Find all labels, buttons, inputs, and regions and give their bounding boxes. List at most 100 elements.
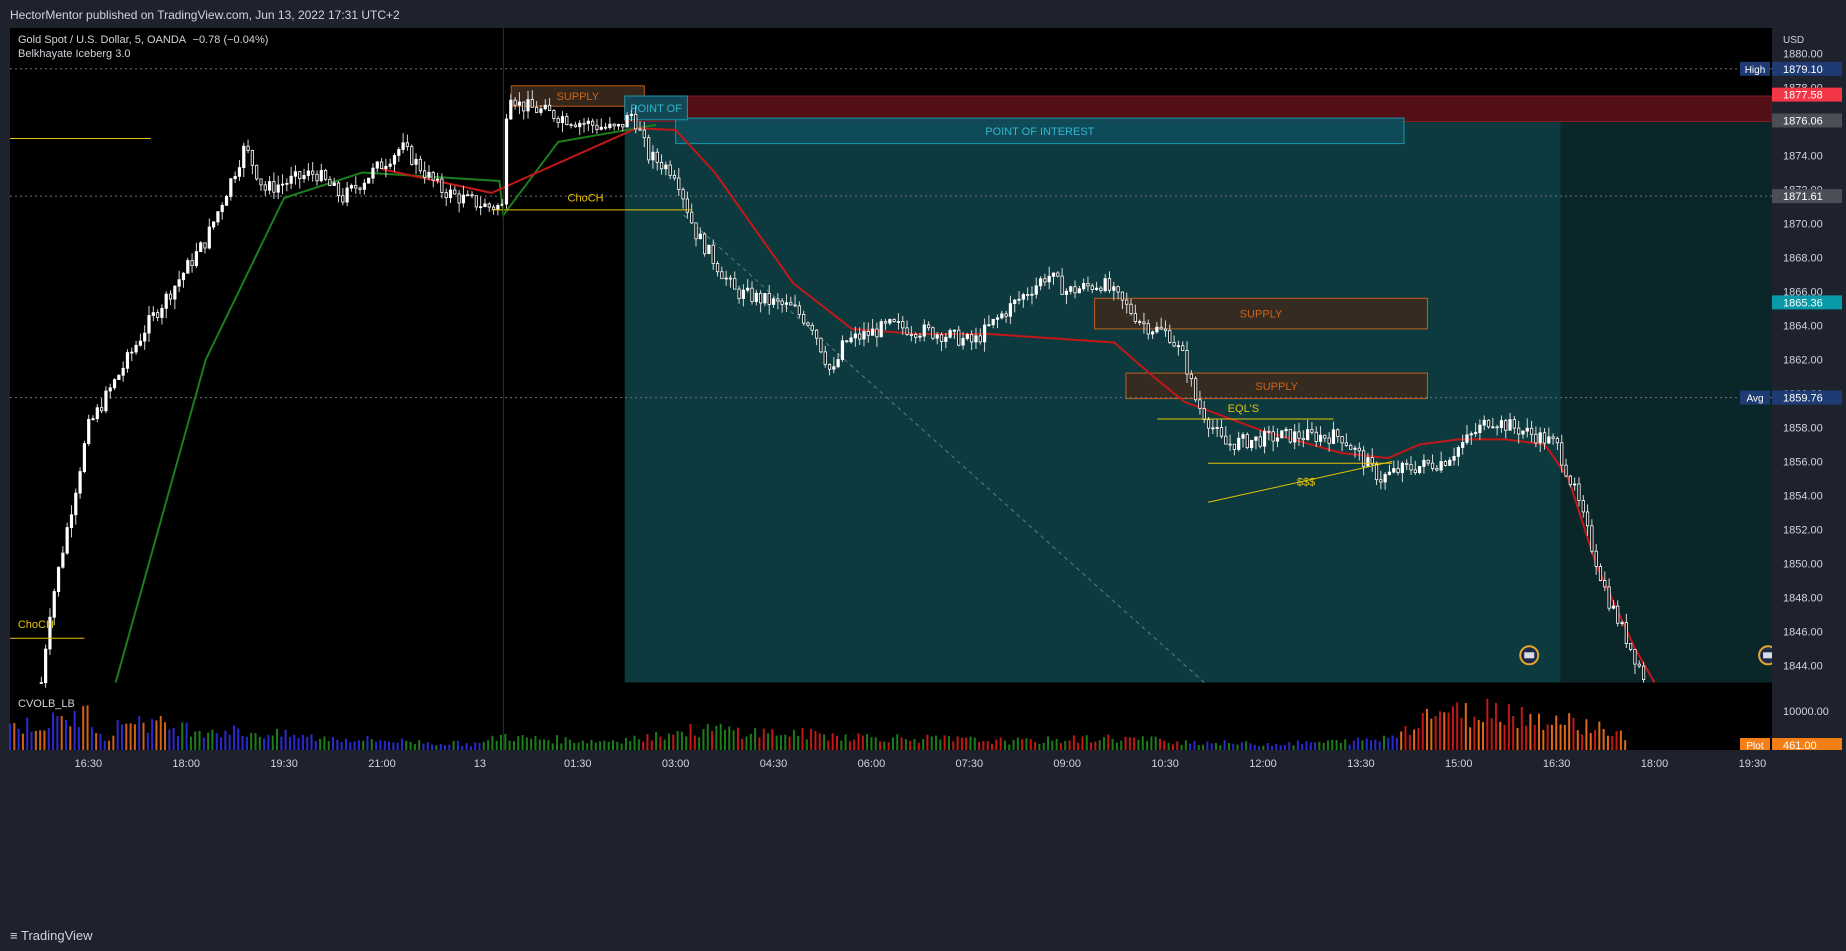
volume-bar[interactable] xyxy=(1120,740,1123,750)
candle[interactable] xyxy=(1000,313,1004,319)
candle[interactable] xyxy=(840,340,845,360)
candle[interactable] xyxy=(586,120,590,124)
volume-bar[interactable] xyxy=(340,742,343,750)
volume-bar[interactable] xyxy=(611,740,614,750)
volume-bar[interactable] xyxy=(960,737,963,750)
volume-bar[interactable] xyxy=(551,743,554,750)
volume-bar[interactable] xyxy=(995,739,998,750)
candle[interactable] xyxy=(655,151,659,163)
volume-bar[interactable] xyxy=(1128,737,1131,750)
volume-bar[interactable] xyxy=(1064,741,1067,750)
volume-bar[interactable] xyxy=(86,705,89,750)
candle[interactable] xyxy=(1125,299,1129,305)
volume-bar[interactable] xyxy=(603,740,606,750)
candle[interactable] xyxy=(302,175,306,180)
candle[interactable] xyxy=(1073,286,1077,294)
volume-bar[interactable] xyxy=(1171,744,1174,750)
volume-bar[interactable] xyxy=(1615,731,1618,750)
candle[interactable] xyxy=(707,244,711,255)
volume-bar[interactable] xyxy=(418,740,421,750)
candle[interactable] xyxy=(315,173,319,182)
volume-bar[interactable] xyxy=(642,741,645,750)
candle[interactable] xyxy=(638,128,642,131)
candle[interactable] xyxy=(1499,420,1504,428)
volume-bar[interactable] xyxy=(1193,740,1196,750)
candle[interactable] xyxy=(1478,424,1482,433)
candle[interactable] xyxy=(392,155,397,165)
candle[interactable] xyxy=(336,182,341,197)
candle[interactable] xyxy=(164,293,168,309)
volume-bar[interactable] xyxy=(754,728,757,750)
volume-bar[interactable] xyxy=(176,735,179,750)
volume-bar[interactable] xyxy=(379,740,382,750)
candle[interactable] xyxy=(1271,431,1275,442)
volume-bar[interactable] xyxy=(1391,735,1394,750)
candle[interactable] xyxy=(1383,474,1387,483)
candle[interactable] xyxy=(720,271,724,280)
volume-bar[interactable] xyxy=(1245,741,1248,750)
candle[interactable] xyxy=(487,203,491,208)
volume-bar[interactable] xyxy=(103,740,106,750)
volume-bar[interactable] xyxy=(538,739,541,750)
volume-bar[interactable] xyxy=(349,742,352,750)
volume-bar[interactable] xyxy=(784,734,787,750)
candle[interactable] xyxy=(1495,426,1499,429)
volume-bar[interactable] xyxy=(573,742,576,750)
volume-bar[interactable] xyxy=(1581,734,1584,750)
candle[interactable] xyxy=(1340,436,1344,444)
volume-bar[interactable] xyxy=(517,736,520,750)
candle[interactable] xyxy=(431,171,435,181)
volume-bar[interactable] xyxy=(237,728,240,750)
candle[interactable] xyxy=(1138,321,1142,323)
candle[interactable] xyxy=(1237,437,1241,450)
candle[interactable] xyxy=(961,338,965,346)
volume-bar[interactable] xyxy=(917,742,920,750)
volume-bar[interactable] xyxy=(77,727,80,750)
candle[interactable] xyxy=(1353,447,1357,450)
candle[interactable] xyxy=(651,151,655,161)
candle[interactable] xyxy=(237,167,242,177)
volume-bar[interactable] xyxy=(211,729,214,750)
volume-bar[interactable] xyxy=(1568,713,1571,750)
candle[interactable] xyxy=(926,324,931,329)
candle[interactable] xyxy=(448,189,453,199)
volume-bar[interactable] xyxy=(1249,743,1252,750)
candle[interactable] xyxy=(1038,278,1043,287)
volume-bar[interactable] xyxy=(732,730,735,750)
candle[interactable] xyxy=(875,328,879,338)
volume-bar[interactable] xyxy=(909,740,912,750)
volume-bar[interactable] xyxy=(181,722,184,750)
volume-bar[interactable] xyxy=(370,739,373,750)
volume-bar[interactable] xyxy=(1585,719,1588,750)
volume-bar[interactable] xyxy=(1365,738,1368,750)
candle[interactable] xyxy=(427,171,431,178)
symbol-legend[interactable]: Gold Spot / U.S. Dollar, 5, OANDA −0.78 … xyxy=(18,34,268,46)
candle[interactable] xyxy=(466,194,470,197)
candle[interactable] xyxy=(1469,433,1473,436)
candle[interactable] xyxy=(883,321,888,324)
candle[interactable] xyxy=(1594,550,1598,567)
volume-bar[interactable] xyxy=(1499,721,1502,750)
candle[interactable] xyxy=(401,142,405,150)
volume-bar[interactable] xyxy=(904,739,907,750)
volume-bar[interactable] xyxy=(64,720,67,750)
volume-bar[interactable] xyxy=(986,741,989,750)
candle[interactable] xyxy=(1047,275,1051,283)
volume-bar[interactable] xyxy=(1025,738,1028,750)
volume-bar[interactable] xyxy=(719,723,722,750)
volume-bar[interactable] xyxy=(263,738,266,750)
volume-bar[interactable] xyxy=(1077,742,1080,750)
volume-bar[interactable] xyxy=(1167,743,1170,750)
volume-bar[interactable] xyxy=(276,728,279,750)
volume-bar[interactable] xyxy=(314,740,317,750)
volume-bar[interactable] xyxy=(564,737,567,750)
volume-bar[interactable] xyxy=(1378,741,1381,750)
volume-bar[interactable] xyxy=(478,743,481,750)
volume-bar[interactable] xyxy=(1047,736,1050,750)
candle[interactable] xyxy=(1017,298,1021,301)
candle[interactable] xyxy=(526,99,530,112)
volume-bar[interactable] xyxy=(1305,741,1308,750)
volume-bar[interactable] xyxy=(1158,738,1161,750)
candle[interactable] xyxy=(405,142,410,147)
candle[interactable] xyxy=(181,272,186,281)
